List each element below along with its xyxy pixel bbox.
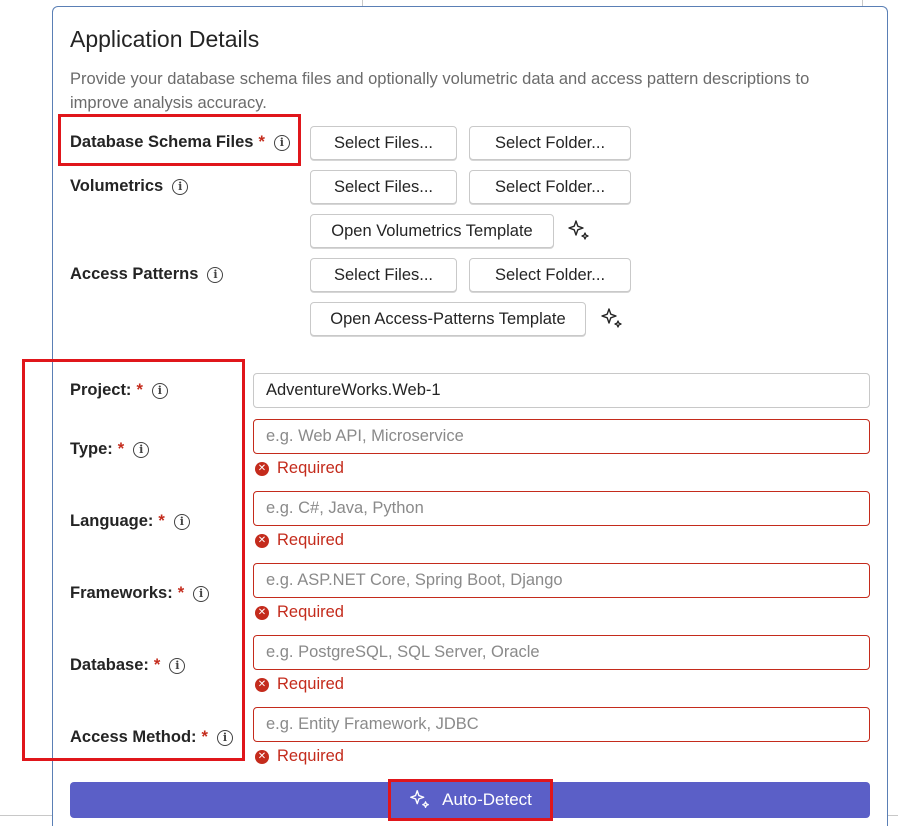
language-placeholder: e.g. C#, Java, Python xyxy=(266,499,424,517)
access-method-error-text: Required xyxy=(277,747,344,765)
schema-select-folder-button[interactable]: Select Folder... xyxy=(469,126,631,160)
access-method-placeholder: e.g. Entity Framework, JDBC xyxy=(266,715,479,733)
frameworks-input[interactable]: e.g. ASP.NET Core, Spring Boot, Django xyxy=(253,563,870,598)
open-access-patterns-template-button[interactable]: Open Access-Patterns Template xyxy=(310,302,586,336)
database-input[interactable]: e.g. PostgreSQL, SQL Server, Oracle xyxy=(253,635,870,670)
database-placeholder: e.g. PostgreSQL, SQL Server, Oracle xyxy=(266,643,540,661)
project-input[interactable]: AdventureWorks.Web-1 xyxy=(253,373,870,408)
volumetrics-select-files-button[interactable]: Select Files... xyxy=(310,170,457,204)
type-placeholder: e.g. Web API, Microservice xyxy=(266,427,464,445)
schema-select-files-button[interactable]: Select Files... xyxy=(310,126,457,160)
panel-title: Application Details xyxy=(70,26,260,52)
access-method-error: ✕ Required xyxy=(255,747,344,766)
language-input[interactable]: e.g. C#, Java, Python xyxy=(253,491,870,526)
frameworks-placeholder: e.g. ASP.NET Core, Spring Boot, Django xyxy=(266,571,563,589)
error-icon: ✕ xyxy=(255,533,269,548)
error-icon: ✕ xyxy=(255,677,269,692)
highlight-box-auto-detect xyxy=(388,779,553,821)
database-error-text: Required xyxy=(277,675,344,693)
language-error-text: Required xyxy=(277,531,344,549)
access-patterns-label-text: Access Patterns xyxy=(70,265,199,283)
info-icon[interactable]: i xyxy=(172,178,189,195)
open-volumetrics-template-button[interactable]: Open Volumetrics Template xyxy=(310,214,554,248)
volumetrics-label-text: Volumetrics xyxy=(70,177,164,195)
access-method-input[interactable]: e.g. Entity Framework, JDBC xyxy=(253,707,870,742)
info-icon[interactable]: i xyxy=(207,266,224,283)
sparkle-icon[interactable] xyxy=(599,306,625,332)
frameworks-error: ✕ Required xyxy=(255,603,344,622)
type-input[interactable]: e.g. Web API, Microservice xyxy=(253,419,870,454)
access-patterns-select-folder-button[interactable]: Select Folder... xyxy=(469,258,631,292)
error-icon: ✕ xyxy=(255,749,269,764)
error-icon: ✕ xyxy=(255,605,269,620)
volumetrics-select-folder-button[interactable]: Select Folder... xyxy=(469,170,631,204)
type-error-text: Required xyxy=(277,459,344,477)
highlight-box-fields xyxy=(22,359,245,761)
access-patterns-label: Access Patterns i xyxy=(70,265,224,284)
volumetrics-label: Volumetrics i xyxy=(70,177,189,196)
access-patterns-select-files-button[interactable]: Select Files... xyxy=(310,258,457,292)
panel-description: Provide your database schema files and o… xyxy=(70,70,810,112)
language-error: ✕ Required xyxy=(255,531,344,550)
error-icon: ✕ xyxy=(255,461,269,476)
database-error: ✕ Required xyxy=(255,675,344,694)
type-error: ✕ Required xyxy=(255,459,344,478)
sparkle-icon[interactable] xyxy=(566,218,592,244)
highlight-box-schema xyxy=(58,114,301,166)
frameworks-error-text: Required xyxy=(277,603,344,621)
